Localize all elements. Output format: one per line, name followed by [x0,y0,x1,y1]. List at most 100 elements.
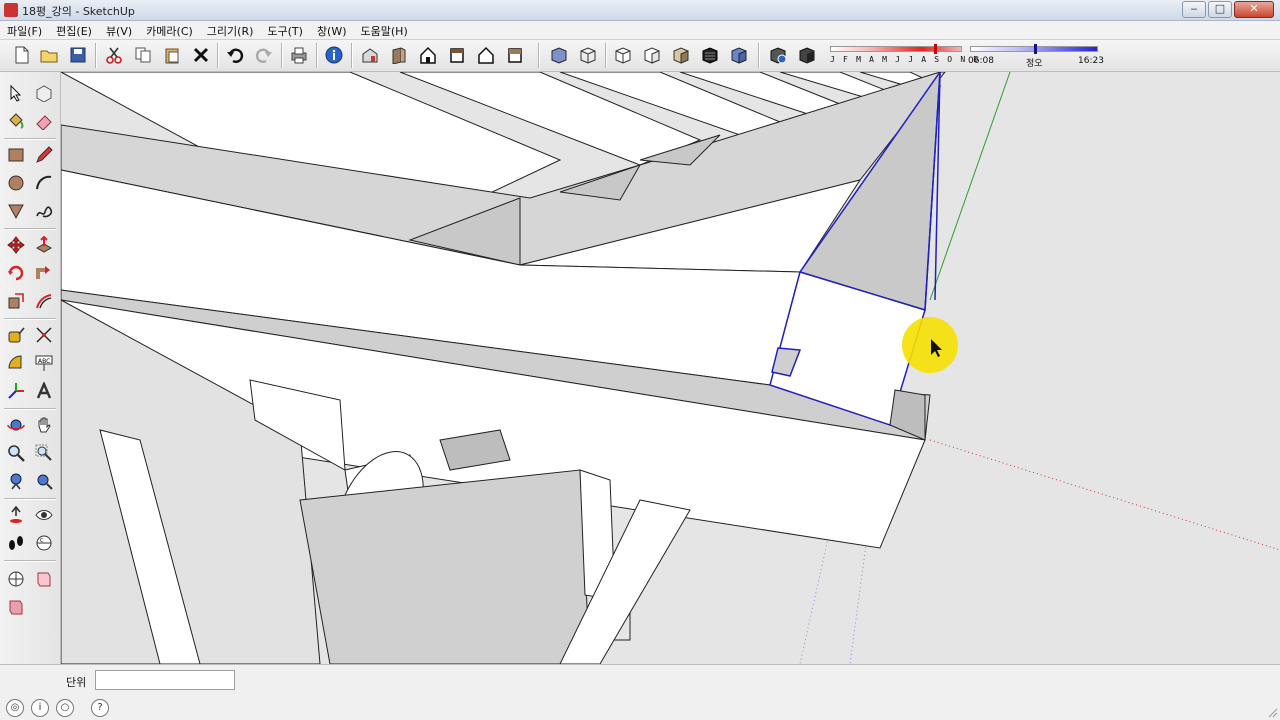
erase-button[interactable] [189,43,213,67]
maximize-button[interactable]: □ [1208,1,1232,18]
protractor-tool[interactable] [3,350,29,376]
dimension-tool[interactable] [31,322,57,348]
look-around-tool[interactable] [31,502,57,528]
sign-in-icon[interactable]: ○ [56,699,74,717]
monochrome-button[interactable] [698,43,722,67]
freehand-tool[interactable] [31,198,57,224]
follow-me-tool[interactable] [31,260,57,286]
geolocation-icon[interactable]: ◎ [6,699,24,717]
menu-edit[interactable]: 편집(E) [49,21,99,39]
window-controls: ‒ □ ✕ [1182,1,1274,18]
3d-model-scene[interactable] [61,72,1280,664]
zoom-window-tool[interactable] [31,440,57,466]
model-info-icon [325,46,343,64]
footprints-icon [9,536,23,550]
drawing-viewport[interactable] [61,72,1280,664]
minimize-button[interactable]: ‒ [1182,1,1206,18]
resize-grip-icon[interactable] [1266,706,1278,718]
time-noon-label: 정오 [1026,59,1043,69]
display-section-cuts-tool[interactable] [31,566,57,592]
select-tool[interactable] [3,80,29,106]
close-button[interactable]: ✕ [1234,1,1274,18]
save-button[interactable] [66,43,90,67]
cut-button[interactable] [102,43,126,67]
pan-tool[interactable] [31,412,57,438]
section-fill-tool[interactable] [3,594,29,620]
erase-icon [193,47,209,63]
previous-view-tool[interactable] [3,468,29,494]
paint-bucket-tool[interactable] [3,108,29,134]
line-tool[interactable] [31,142,57,168]
section-plane-tool[interactable]: C [31,530,57,556]
new-file-icon [15,46,29,64]
shaded-button[interactable] [640,43,664,67]
iso-view-button[interactable] [358,43,382,67]
date-slider-track[interactable] [830,46,962,52]
menu-camera[interactable]: 카메라(C) [139,21,200,39]
help-icon[interactable]: ? [91,699,109,717]
undo-icon [227,48,244,63]
paste-button[interactable] [160,43,184,67]
orbit-tool[interactable] [3,412,29,438]
eraser-tool[interactable] [31,108,57,134]
new-file-button[interactable] [10,43,34,67]
text-tool[interactable]: ABC [31,350,57,376]
menu-help[interactable]: 도움말(H) [354,21,415,39]
menu-window[interactable]: 창(W) [310,21,354,39]
shaded-textures-button[interactable] [669,43,693,67]
circle-tool[interactable] [3,170,29,196]
menu-file[interactable]: 파일(F) [0,21,49,39]
measurements-input[interactable] [95,670,235,690]
push-pull-tool[interactable] [31,232,57,258]
zoom-window-icon [35,444,52,461]
model-info-button[interactable] [322,43,346,67]
move-tool[interactable] [3,232,29,258]
redo-icon [255,48,272,63]
monochrome-icon [702,47,718,64]
date-slider-thumb[interactable] [934,44,937,54]
undo-button[interactable] [223,43,247,67]
right-view-button[interactable] [445,43,469,67]
axes-tool[interactable] [3,378,29,404]
display-section-planes-tool[interactable] [3,566,29,592]
open-button[interactable] [37,43,61,67]
top-view-button[interactable] [387,43,411,67]
menu-view[interactable]: 뷰(V) [99,21,139,39]
make-component-tool[interactable] [31,80,57,106]
xray-button[interactable] [547,43,571,67]
position-camera-icon [10,506,22,523]
menu-draw[interactable]: 그리기(R) [200,21,261,39]
3d-text-tool[interactable] [31,378,57,404]
arc-tool[interactable] [31,170,57,196]
offset-tool[interactable] [31,288,57,314]
front-view-button[interactable] [416,43,440,67]
walk-tool[interactable] [3,530,29,556]
back-view-icon [478,46,494,64]
component-button[interactable] [766,43,790,67]
zoom-tool[interactable] [3,440,29,466]
left-view-button[interactable] [503,43,527,67]
rectangle-tool[interactable] [3,142,29,168]
section-button[interactable] [727,43,751,67]
scale-tool[interactable] [3,288,29,314]
shaded-textures-icon [673,47,689,64]
front-view-icon [420,46,436,64]
magnifier-icon [8,445,25,462]
position-camera-tool[interactable] [3,502,29,528]
menu-tools[interactable]: 도구(T) [260,21,310,39]
zoom-extents-tool[interactable] [31,468,57,494]
tape-measure-tool[interactable] [3,322,29,348]
time-slider-thumb[interactable] [1034,44,1037,54]
hidden-line-button[interactable] [611,43,635,67]
iso-view-icon [362,48,378,63]
print-button[interactable] [287,43,311,67]
credits-icon[interactable]: i [31,699,49,717]
redo-button[interactable] [252,43,276,67]
shadow-toggle-button[interactable] [795,43,819,67]
polygon-tool[interactable] [3,198,29,224]
copy-button[interactable] [131,43,155,67]
wireframe-button[interactable] [576,43,600,67]
offset-icon [36,294,52,309]
rotate-tool[interactable] [3,260,29,286]
back-view-button[interactable] [474,43,498,67]
